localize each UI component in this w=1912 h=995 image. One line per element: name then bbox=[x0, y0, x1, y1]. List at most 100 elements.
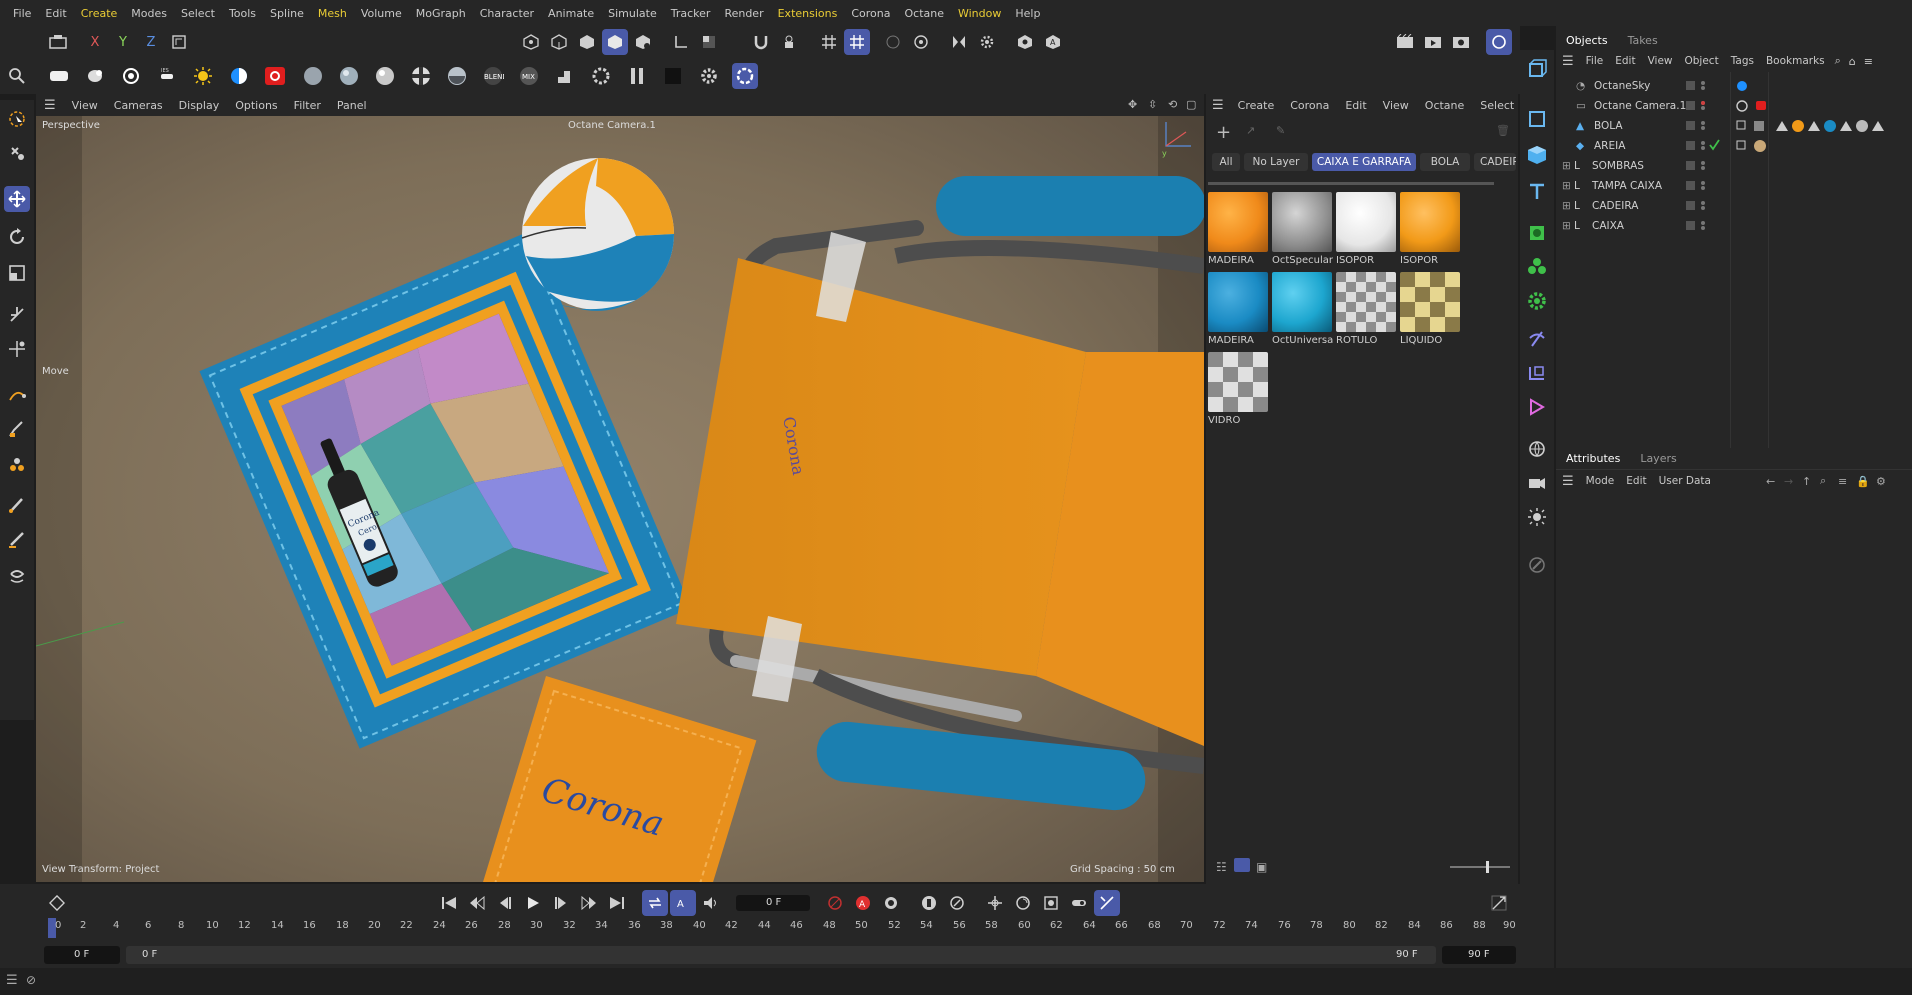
octane-mix-material-icon[interactable]: MIX bbox=[516, 63, 542, 89]
axis-mode-icon[interactable] bbox=[668, 29, 694, 55]
material-menu-corona[interactable]: Corona bbox=[1282, 99, 1337, 112]
mirror-icon[interactable] bbox=[946, 29, 972, 55]
menu-character[interactable]: Character bbox=[473, 7, 541, 20]
menu-tracker[interactable]: Tracker bbox=[664, 7, 718, 20]
spline-pen-icon[interactable] bbox=[4, 382, 30, 408]
large-view-icon[interactable]: ▣ bbox=[1256, 860, 1267, 874]
text-spline-icon[interactable] bbox=[1524, 178, 1550, 204]
visibility-toggles[interactable] bbox=[1686, 76, 1726, 240]
object-row-sombras[interactable]: ⊞ L SOMBRAS bbox=[1556, 156, 1912, 176]
filter-scrollbar[interactable] bbox=[1208, 182, 1494, 185]
menu-simulate[interactable]: Simulate bbox=[601, 7, 664, 20]
3d-viewport[interactable]: Corona Cero Corona Corona y Perspective … bbox=[36, 116, 1204, 882]
viewport-camera-label[interactable]: Octane Camera.1 bbox=[568, 120, 656, 131]
octane-live-viewer-icon[interactable] bbox=[1486, 29, 1512, 55]
tab-takes[interactable]: Takes bbox=[1618, 34, 1668, 47]
material-menu-select[interactable]: Select bbox=[1472, 99, 1522, 112]
slider-handle[interactable] bbox=[1486, 861, 1489, 873]
attributes-menu-user-data[interactable]: User Data bbox=[1653, 475, 1717, 487]
range-start-field[interactable]: 0 F bbox=[44, 946, 120, 964]
tab-objects[interactable]: Objects bbox=[1556, 34, 1618, 47]
menu-mesh[interactable]: Mesh bbox=[311, 7, 354, 20]
octane-logo-icon[interactable] bbox=[732, 63, 758, 89]
viewport-maximize-icon[interactable]: ▢ bbox=[1186, 98, 1196, 111]
octane-diffuse-material-icon[interactable] bbox=[300, 63, 326, 89]
object-row-cadeira[interactable]: ⊞ L CADEIRA bbox=[1556, 196, 1912, 216]
scale-tool-icon[interactable] bbox=[4, 260, 30, 286]
octane-blend-material-icon[interactable]: BLEND bbox=[480, 63, 506, 89]
viewport-move-icon[interactable]: ✥ bbox=[1128, 98, 1137, 111]
attributes-menu-mode[interactable]: Mode bbox=[1580, 475, 1621, 487]
octane-arealight-icon[interactable] bbox=[46, 63, 72, 89]
menu-mograph[interactable]: MoGraph bbox=[409, 7, 473, 20]
tab-attributes[interactable]: Attributes bbox=[1556, 452, 1630, 465]
material-menu-edit[interactable]: Edit bbox=[1337, 99, 1374, 112]
menu-edit[interactable]: Edit bbox=[38, 7, 73, 20]
octane-daylight-icon[interactable] bbox=[190, 63, 216, 89]
object-menu-bookmarks[interactable]: Bookmarks bbox=[1760, 55, 1831, 67]
polygons-mode-icon[interactable] bbox=[574, 29, 600, 55]
camera-object-icon[interactable] bbox=[1524, 470, 1550, 496]
filter-no-layer[interactable]: No Layer bbox=[1244, 153, 1308, 171]
light-object-icon[interactable] bbox=[1524, 504, 1550, 530]
octane-glossy-material-icon[interactable] bbox=[336, 63, 362, 89]
snap-enable-icon[interactable] bbox=[844, 29, 870, 55]
octane-targetlight-icon[interactable] bbox=[82, 63, 108, 89]
menu-volume[interactable]: Volume bbox=[354, 7, 409, 20]
menu-tools[interactable]: Tools bbox=[222, 7, 263, 20]
menu-extensions[interactable]: Extensions bbox=[771, 7, 845, 20]
filter-cadeira[interactable]: CADEIR bbox=[1474, 153, 1516, 171]
object-menu-object[interactable]: Object bbox=[1679, 55, 1725, 67]
viewport-pan-icon[interactable]: ⇳ bbox=[1148, 98, 1157, 111]
material-isopor-white[interactable]: ISOPOR bbox=[1336, 192, 1398, 266]
viewport-menu-display[interactable]: Display bbox=[171, 99, 228, 112]
settings-gear-icon[interactable] bbox=[974, 29, 1000, 55]
home-icon[interactable]: ⌂ bbox=[1845, 55, 1860, 68]
spline-smooth-icon[interactable] bbox=[4, 452, 30, 478]
hamburger-icon[interactable]: ☰ bbox=[1556, 474, 1580, 489]
undo-icon[interactable] bbox=[45, 29, 71, 55]
render-region-icon[interactable] bbox=[1012, 29, 1038, 55]
uv-mode-icon[interactable] bbox=[630, 29, 656, 55]
render-picture-viewer-icon[interactable] bbox=[1420, 29, 1446, 55]
live-selection-icon[interactable] bbox=[4, 106, 30, 132]
symmetry-icon[interactable] bbox=[908, 29, 934, 55]
magnet-icon[interactable] bbox=[748, 29, 774, 55]
up-arrow-icon[interactable]: ↑ bbox=[1802, 475, 1811, 488]
menu-help[interactable]: Help bbox=[1008, 7, 1047, 20]
grid-view-icon[interactable] bbox=[1234, 858, 1250, 872]
octane-spotlight-icon[interactable] bbox=[118, 63, 144, 89]
hamburger-icon[interactable]: ☰ bbox=[6, 973, 18, 988]
search-icon[interactable] bbox=[4, 63, 30, 89]
coordinate-system-icon[interactable] bbox=[166, 29, 192, 55]
octane-scatter-icon[interactable] bbox=[588, 63, 614, 89]
forward-arrow-icon[interactable]: → bbox=[1784, 475, 1793, 488]
octane-universal-material-icon[interactable] bbox=[408, 63, 434, 89]
lock-icon[interactable]: 🔒 bbox=[1856, 475, 1870, 488]
object-menu-edit[interactable]: Edit bbox=[1609, 55, 1641, 67]
brush-tool-icon[interactable] bbox=[4, 492, 30, 518]
menu-spline[interactable]: Spline bbox=[263, 7, 311, 20]
menu-render[interactable]: Render bbox=[717, 7, 770, 20]
link-icon[interactable]: ↗ bbox=[1246, 124, 1255, 137]
spline-sketch-icon[interactable] bbox=[4, 416, 30, 442]
cube-primitive-icon[interactable] bbox=[1524, 142, 1550, 168]
render-view-icon[interactable] bbox=[1392, 29, 1418, 55]
menu-octane[interactable]: Octane bbox=[897, 7, 951, 20]
viewport-menu-filter[interactable]: Filter bbox=[286, 99, 329, 112]
octane-specular-material-icon[interactable] bbox=[372, 63, 398, 89]
menu-file[interactable]: File bbox=[6, 7, 38, 20]
expand-icon[interactable]: ⊞ bbox=[1562, 180, 1574, 192]
grid-snap-icon[interactable] bbox=[816, 29, 842, 55]
range-end-field[interactable]: 90 F bbox=[1442, 946, 1516, 964]
field-icon[interactable] bbox=[1524, 360, 1550, 386]
expand-icon[interactable]: ⊞ bbox=[1562, 200, 1574, 212]
menu-select[interactable]: Select bbox=[174, 7, 222, 20]
object-menu-file[interactable]: File bbox=[1580, 55, 1610, 67]
object-row-caixa[interactable]: ⊞ L CAIXA bbox=[1556, 216, 1912, 236]
filter-bola[interactable]: BOLA bbox=[1420, 153, 1470, 171]
paint-tool-icon[interactable] bbox=[1524, 552, 1550, 578]
placement-tool-icon[interactable] bbox=[4, 336, 30, 362]
edges-mode-icon[interactable] bbox=[546, 29, 572, 55]
filter-all[interactable]: All bbox=[1212, 153, 1240, 171]
